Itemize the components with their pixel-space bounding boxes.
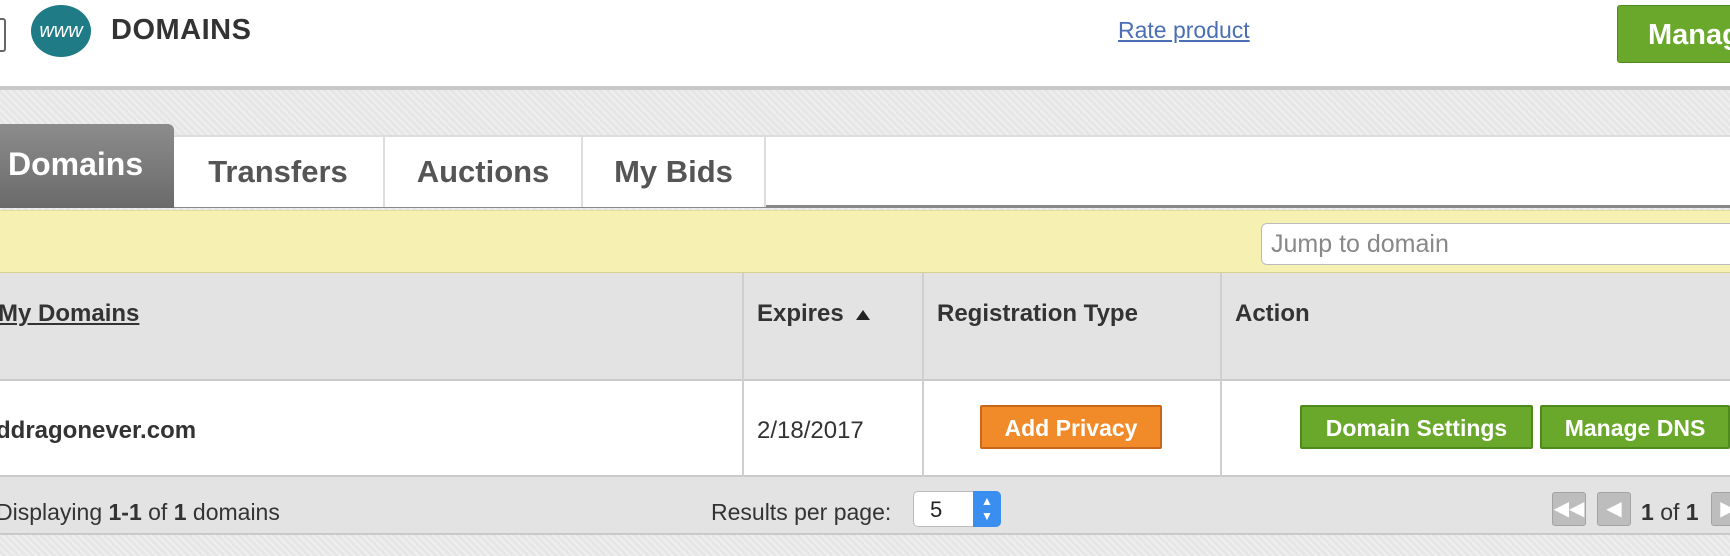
column-header-action: Action bbox=[1235, 300, 1310, 327]
column-divider bbox=[922, 273, 924, 477]
column-header-registration-type: Registration Type bbox=[937, 300, 1138, 327]
www-globe-icon: www bbox=[31, 5, 91, 57]
displaying-suffix: domains bbox=[192, 499, 280, 525]
displaying-range: 1-1 bbox=[108, 499, 142, 525]
displaying-of: of bbox=[148, 499, 168, 525]
displaying-summary: Displaying 1-1 of 1 domains bbox=[0, 499, 280, 526]
column-divider bbox=[742, 273, 744, 477]
next-page-icon[interactable]: ▶ bbox=[1711, 492, 1730, 526]
results-per-page-label: Results per page: bbox=[711, 499, 892, 525]
tab-my-bids[interactable]: My Bids bbox=[583, 137, 766, 207]
top-header: www DOMAINS Rate product Manag bbox=[0, 0, 1730, 90]
sort-ascending-icon bbox=[855, 309, 870, 320]
tab-domains[interactable]: Domains bbox=[0, 124, 174, 208]
results-per-page-value: 5 bbox=[930, 497, 943, 522]
column-divider bbox=[1220, 273, 1222, 477]
column-header-expires-label: Expires bbox=[757, 300, 844, 327]
displaying-prefix: Displaying bbox=[0, 499, 103, 525]
rate-product-link[interactable]: Rate product bbox=[1118, 17, 1250, 44]
domain-name-cell[interactable]: ddragonever.com bbox=[0, 417, 196, 445]
displaying-total: 1 bbox=[173, 499, 187, 525]
chevron-up-down-icon: ▲ ▼ bbox=[973, 491, 1001, 527]
expires-cell: 2/18/2017 bbox=[757, 417, 864, 444]
first-page-icon[interactable]: ◀◀ bbox=[1552, 492, 1586, 526]
table-row: ddragonever.com 2/18/2017 Add Privacy Do… bbox=[0, 381, 1730, 477]
page-of: of bbox=[1660, 499, 1680, 525]
sidebar-toggle[interactable] bbox=[0, 18, 6, 52]
page-title: DOMAINS bbox=[111, 14, 252, 46]
tab-transfers[interactable]: Transfers bbox=[173, 137, 385, 207]
table-header: My Domains Expires Registration Type Act… bbox=[0, 273, 1730, 381]
jump-to-domain-input[interactable] bbox=[1261, 223, 1730, 265]
column-header-my-domains[interactable]: My Domains bbox=[0, 300, 139, 328]
add-privacy-button[interactable]: Add Privacy bbox=[980, 405, 1162, 449]
column-header-expires[interactable]: Expires bbox=[757, 300, 870, 328]
page-total: 1 bbox=[1685, 499, 1699, 525]
results-per-page-select[interactable]: 5 ▲ ▼ bbox=[913, 491, 1001, 527]
page-indicator: 1 of 1 bbox=[1641, 499, 1699, 526]
manage-dns-button[interactable]: Manage DNS bbox=[1540, 405, 1730, 449]
page-current: 1 bbox=[1641, 499, 1654, 525]
tab-auctions[interactable]: Auctions bbox=[385, 137, 583, 207]
previous-page-icon[interactable]: ◀ bbox=[1597, 492, 1631, 526]
domain-settings-button[interactable]: Domain Settings bbox=[1300, 405, 1533, 449]
tab-bar: Transfers Auctions My Bids bbox=[0, 135, 1730, 208]
manage-button[interactable]: Manag bbox=[1617, 5, 1730, 63]
